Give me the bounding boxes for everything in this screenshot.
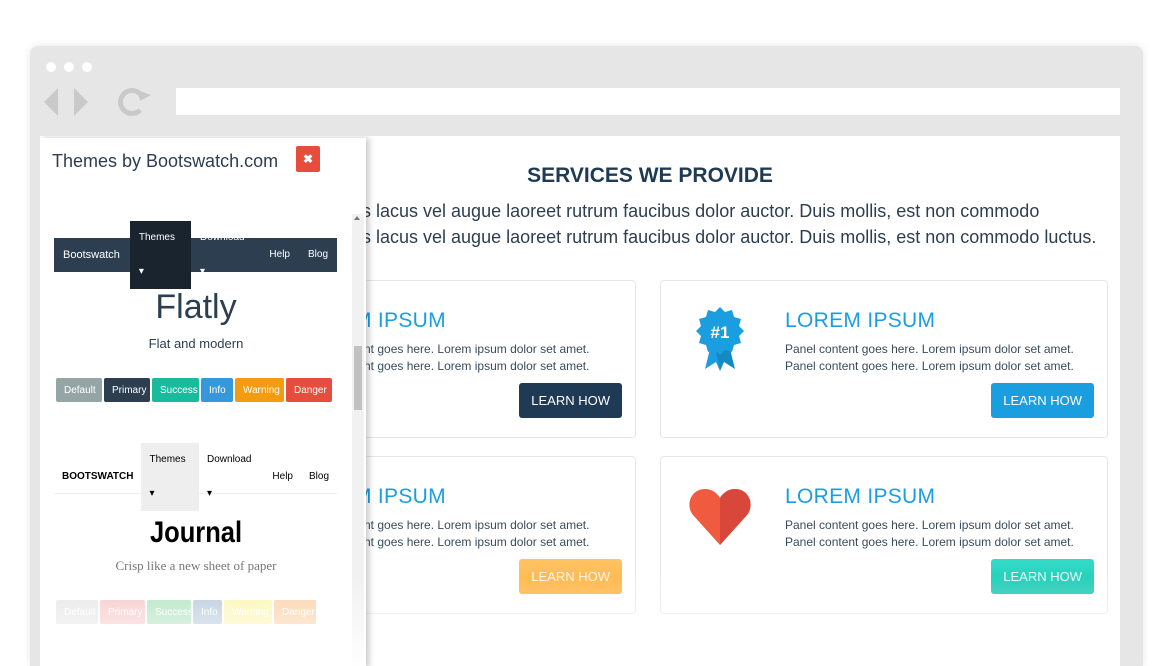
theme-description: Crisp like a new sheet of paper <box>115 558 277 573</box>
nav-item-themes[interactable]: Themes ▾ <box>141 442 199 511</box>
theme-buttons: Default Primary Success Info Warning Dan… <box>56 600 316 624</box>
swatch-warning[interactable]: Warning <box>224 600 272 624</box>
card-title: LOREM IPSUM <box>785 309 936 332</box>
theme-name[interactable]: Journal <box>63 516 328 550</box>
lead-line: is lacus vel augue laoreet rutrum faucib… <box>358 227 1097 247</box>
scroll-up-icon[interactable] <box>354 216 360 220</box>
close-icon: ✖ <box>302 152 314 166</box>
theme-name[interactable]: Flatly <box>40 288 352 327</box>
learn-how-button[interactable]: LEARN HOW <box>991 559 1094 594</box>
heart-icon <box>689 489 751 545</box>
swatch-success[interactable]: Success <box>147 600 193 624</box>
swatch-default[interactable]: Default <box>56 378 102 402</box>
window-dot[interactable] <box>82 62 92 72</box>
lead-text: is lacus vel augue laoreet rutrum faucib… <box>358 198 1118 250</box>
address-bar[interactable] <box>176 88 1120 115</box>
nav-item-download[interactable]: Download ▾ <box>191 221 260 289</box>
swatch-info[interactable]: Info <box>193 600 222 624</box>
learn-how-button[interactable]: LEARN HOW <box>519 559 622 594</box>
learn-how-button[interactable]: LEARN HOW <box>519 383 622 418</box>
nav-item-blog[interactable]: Blog <box>299 238 337 272</box>
flatly-navbar[interactable]: Bootswatch Themes ▾ Download ▾ Help Blog <box>54 221 337 289</box>
nav-item-blog[interactable]: Blog <box>301 460 337 494</box>
journal-navbar[interactable]: BOOTSWATCH Themes ▾ Download ▾ Help Blog <box>54 442 337 511</box>
theme-description: Flat and modern <box>148 336 244 351</box>
swatch-primary[interactable]: Primary <box>100 600 145 624</box>
card-text-line: tent goes here. Lorem ipsum dolor set am… <box>354 535 590 549</box>
card-text-line: tent goes here. Lorem ipsum dolor set am… <box>354 342 590 356</box>
card-text-line: Panel content goes here. Lorem ipsum dol… <box>785 342 1074 356</box>
swatch-primary[interactable]: Primary <box>104 378 150 402</box>
card-text: Panel content goes here. Lorem ipsum dol… <box>785 341 1085 375</box>
lead-line: is lacus vel augue laoreet rutrum faucib… <box>358 201 1040 221</box>
back-arrow-icon[interactable] <box>44 88 58 116</box>
nav-item-download[interactable]: Download ▾ <box>199 443 264 511</box>
window-dot[interactable] <box>64 62 74 72</box>
swatch-success[interactable]: Success <box>152 378 199 402</box>
close-button[interactable]: ✖ <box>296 146 320 172</box>
card-text: Panel content goes here. Lorem ipsum dol… <box>785 517 1085 551</box>
window-controls <box>46 62 92 72</box>
card-title: M IPSUM <box>354 485 446 508</box>
swatch-warning[interactable]: Warning <box>235 378 284 402</box>
page-viewport: SERVICES WE PROVIDE is lacus vel augue l… <box>40 136 1120 666</box>
card-text-line: Panel content goes here. Lorem ipsum dol… <box>785 535 1074 549</box>
forward-arrow-icon[interactable] <box>74 88 88 116</box>
themes-panel: Themes by Bootswatch.com ✖ Bootswatch Th… <box>40 138 366 666</box>
nav-item-themes[interactable]: Themes ▾ <box>129 221 192 289</box>
badge-label: #1 <box>711 323 730 342</box>
nav-item-help[interactable]: Help <box>260 238 299 272</box>
card-title: LOREM IPSUM <box>785 485 936 508</box>
card-text: tent goes here. Lorem ipsum dolor set am… <box>354 341 654 375</box>
nav-item-help[interactable]: Help <box>264 460 301 494</box>
learn-how-button[interactable]: LEARN HOW <box>991 383 1094 418</box>
swatch-danger[interactable]: Danger <box>286 378 332 402</box>
ribbon-badge-icon: #1 <box>696 307 744 371</box>
service-card: LOREM IPSUM Panel content goes here. Lor… <box>660 456 1108 614</box>
theme-buttons: Default Primary Success Info Warning Dan… <box>56 378 332 402</box>
swatch-default[interactable]: Default <box>56 600 98 624</box>
nav-brand[interactable]: BOOTSWATCH <box>54 460 141 494</box>
panel-title: Themes by Bootswatch.com <box>52 151 279 171</box>
scroll-thumb[interactable] <box>354 346 362 410</box>
service-card: #1 LOREM IPSUM Panel content goes here. … <box>660 280 1108 438</box>
panel-scrollbar[interactable] <box>352 214 364 666</box>
window-dot[interactable] <box>46 62 56 72</box>
browser-window: SERVICES WE PROVIDE is lacus vel augue l… <box>30 46 1143 666</box>
card-text-line: tent goes here. Lorem ipsum dolor set am… <box>354 359 590 373</box>
swatch-danger[interactable]: Danger <box>274 600 316 624</box>
card-text-line: Panel content goes here. Lorem ipsum dol… <box>785 518 1074 532</box>
nav-brand[interactable]: Bootswatch <box>54 238 130 272</box>
swatch-info[interactable]: Info <box>201 378 233 402</box>
card-title: M IPSUM <box>354 309 446 332</box>
card-text-line: Panel content goes here. Lorem ipsum dol… <box>785 359 1074 373</box>
reload-icon[interactable] <box>118 88 146 116</box>
card-text: tent goes here. Lorem ipsum dolor set am… <box>354 517 654 551</box>
card-text-line: tent goes here. Lorem ipsum dolor set am… <box>354 518 590 532</box>
